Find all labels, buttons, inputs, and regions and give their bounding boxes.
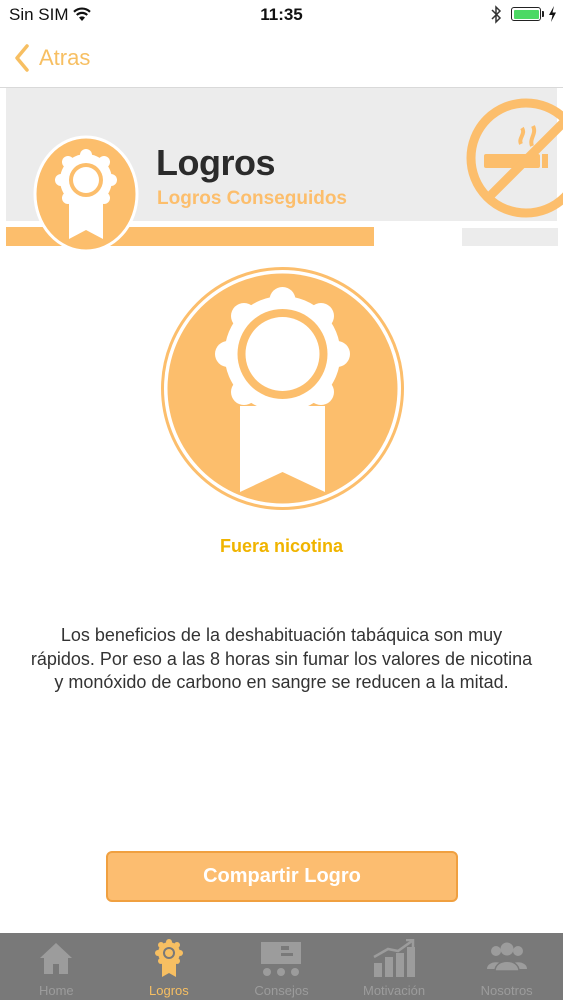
no-smoking-icon bbox=[466, 98, 563, 218]
award-badge-icon bbox=[33, 135, 139, 253]
tips-icon bbox=[261, 942, 302, 976]
home-icon bbox=[40, 943, 73, 974]
tab-consejos[interactable]: Consejos bbox=[225, 933, 338, 1000]
back-label: Atras bbox=[39, 45, 91, 70]
chart-icon bbox=[373, 939, 416, 977]
tab-logros[interactable]: Logros bbox=[113, 933, 226, 1000]
tab-label: Nosotros bbox=[480, 983, 533, 998]
share-achievement-button[interactable]: Compartir Logro bbox=[106, 851, 458, 902]
battery-cap bbox=[542, 11, 544, 17]
bluetooth-icon bbox=[491, 5, 502, 24]
achievement-description: Los beneficios de la deshabituación tabá… bbox=[30, 625, 533, 692]
tab-motivacion[interactable]: Motivación bbox=[338, 933, 451, 1000]
header-accent-bar-grey bbox=[462, 228, 558, 246]
award-icon bbox=[154, 939, 183, 977]
tab-label: Motivación bbox=[363, 983, 426, 998]
battery-icon bbox=[511, 7, 541, 21]
page-subtitle: Logros Conseguidos bbox=[157, 188, 347, 209]
chevron-left-icon bbox=[15, 44, 29, 72]
group-icon bbox=[486, 942, 527, 972]
tab-label: Consejos bbox=[254, 983, 309, 998]
page-title: Logros bbox=[156, 142, 276, 183]
charging-icon bbox=[549, 6, 556, 22]
tab-bar: Home Logros Consejos Motivación Nosotros bbox=[0, 933, 563, 1000]
back-button[interactable]: Atras bbox=[14, 40, 90, 76]
achievement-title: Fuera nicotina bbox=[219, 536, 344, 556]
clock: 11:35 bbox=[260, 5, 303, 24]
tab-nosotros[interactable]: Nosotros bbox=[450, 933, 563, 1000]
award-ribbon-icon bbox=[161, 267, 404, 510]
tab-label: Home bbox=[38, 983, 74, 998]
tab-home[interactable]: Home bbox=[0, 933, 113, 1000]
tab-label: Logros bbox=[149, 983, 189, 998]
